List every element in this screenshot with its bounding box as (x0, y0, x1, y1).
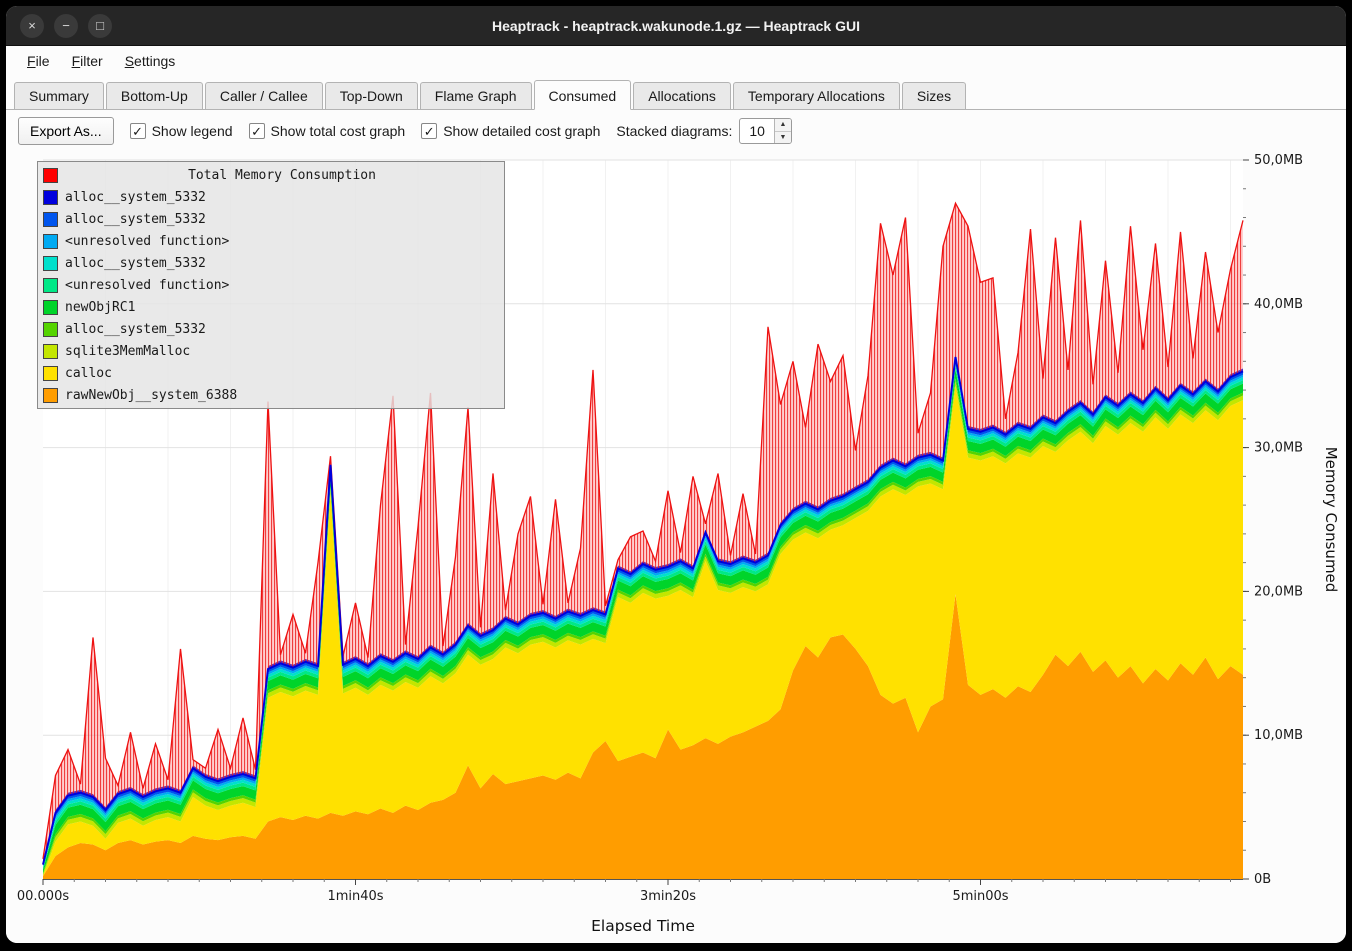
legend-label: alloc__system_5332 (65, 190, 206, 205)
heaptrack-window: × − □ Heaptrack - heaptrack.wakunode.1.g… (6, 6, 1346, 943)
show-legend-label: Show legend (152, 123, 233, 139)
titlebar: × − □ Heaptrack - heaptrack.wakunode.1.g… (6, 6, 1346, 46)
legend-label: sqlite3MemMalloc (65, 344, 190, 359)
show-total-cost-checkbox[interactable]: ✓ Show total cost graph (249, 123, 406, 139)
legend-entry: <unresolved function> (43, 274, 499, 296)
legend-label: <unresolved function> (65, 234, 229, 249)
legend-title: Total Memory Consumption (65, 168, 499, 183)
legend-swatch (43, 190, 58, 205)
legend-swatch (43, 168, 58, 183)
legend-swatch (43, 278, 58, 293)
spin-up-button[interactable]: ▲ (775, 119, 791, 132)
show-legend-checkbox[interactable]: ✓ Show legend (130, 123, 233, 139)
y-tick-label: 50,0MB (1254, 153, 1303, 168)
minimize-icon: − (62, 19, 70, 32)
x-tick-label: 3min20s (640, 889, 696, 904)
tab-allocations[interactable]: Allocations (633, 82, 731, 109)
x-axis-title: Elapsed Time (591, 917, 695, 935)
legend-swatch (43, 366, 58, 381)
legend-swatch (43, 256, 58, 271)
tab-top-down[interactable]: Top-Down (325, 82, 418, 109)
stacked-diagrams-value[interactable]: 10 (740, 119, 774, 143)
legend-entry: <unresolved function> (43, 230, 499, 252)
legend-swatch (43, 388, 58, 403)
show-detailed-cost-label: Show detailed cost graph (443, 123, 600, 139)
legend-label: calloc (65, 366, 112, 381)
show-detailed-cost-checkbox[interactable]: ✓ Show detailed cost graph (421, 123, 600, 139)
x-tick-label: 1min40s (327, 889, 383, 904)
legend-entry: newObjRC1 (43, 296, 499, 318)
close-button[interactable]: × (20, 14, 44, 38)
legend-entry: rawNewObj__system_6388 (43, 384, 499, 406)
legend-label: <unresolved function> (65, 278, 229, 293)
legend-entry: Total Memory Consumption (43, 164, 499, 186)
tab-caller-callee[interactable]: Caller / Callee (205, 82, 323, 109)
x-tick-label: 00.000s (17, 889, 69, 904)
window-title: Heaptrack - heaptrack.wakunode.1.gz — He… (492, 18, 860, 34)
spin-down-button[interactable]: ▼ (775, 132, 791, 144)
checkbox-checked-icon: ✓ (421, 123, 437, 139)
maximize-button[interactable]: □ (88, 14, 112, 38)
legend-swatch (43, 344, 58, 359)
stacked-diagrams-spinbox[interactable]: 10 ▲ ▼ (739, 118, 792, 144)
checkbox-checked-icon: ✓ (249, 123, 265, 139)
legend-swatch (43, 212, 58, 227)
window-controls: × − □ (20, 6, 112, 45)
legend-entry: alloc__system_5332 (43, 318, 499, 340)
legend-entry: calloc (43, 362, 499, 384)
tabbar: Summary Bottom-Up Caller / Callee Top-Do… (6, 76, 1346, 110)
show-total-cost-label: Show total cost graph (271, 123, 406, 139)
y-tick-label: 10,0MB (1254, 728, 1303, 743)
tab-sizes[interactable]: Sizes (902, 82, 966, 109)
y-axis-title: Memory Consumed (1322, 447, 1339, 593)
stacked-diagrams-control: Stacked diagrams: 10 ▲ ▼ (616, 118, 792, 144)
toolbar: Export As... ✓ Show legend ✓ Show total … (6, 110, 1346, 152)
legend-label: alloc__system_5332 (65, 212, 206, 227)
menubar: File Filter Settings (6, 46, 1346, 76)
legend-label: alloc__system_5332 (65, 322, 206, 337)
legend-label: alloc__system_5332 (65, 256, 206, 271)
x-tick-label: 5min00s (952, 889, 1008, 904)
minimize-button[interactable]: − (54, 14, 78, 38)
legend-label: newObjRC1 (65, 300, 135, 315)
y-tick-label: 0B (1254, 872, 1271, 887)
legend-label: rawNewObj__system_6388 (65, 388, 237, 403)
y-tick-label: 30,0MB (1254, 441, 1303, 456)
menu-settings[interactable]: Settings (116, 50, 185, 72)
stacked-diagrams-label: Stacked diagrams: (616, 123, 732, 139)
y-tick-label: 40,0MB (1254, 297, 1303, 312)
legend-swatch (43, 322, 58, 337)
legend-entry: alloc__system_5332 (43, 186, 499, 208)
close-icon: × (28, 19, 36, 32)
menu-file[interactable]: File (18, 50, 59, 72)
chart-area: Total Memory Consumption alloc__system_53… (6, 152, 1346, 943)
maximize-icon: □ (96, 19, 104, 32)
legend-swatch (43, 234, 58, 249)
tab-bottom-up[interactable]: Bottom-Up (106, 82, 203, 109)
tab-summary[interactable]: Summary (14, 82, 104, 109)
menu-filter[interactable]: Filter (63, 50, 112, 72)
legend-swatch (43, 300, 58, 315)
export-as-button[interactable]: Export As... (18, 117, 114, 145)
tab-consumed[interactable]: Consumed (534, 80, 632, 110)
y-tick-label: 20,0MB (1254, 584, 1303, 599)
chart-legend: Total Memory Consumption alloc__system_53… (37, 161, 505, 409)
legend-entry: alloc__system_5332 (43, 208, 499, 230)
spinbox-arrows: ▲ ▼ (774, 119, 791, 143)
tab-flame-graph[interactable]: Flame Graph (420, 82, 532, 109)
checkbox-checked-icon: ✓ (130, 123, 146, 139)
legend-entry: alloc__system_5332 (43, 252, 499, 274)
tab-temporary-allocations[interactable]: Temporary Allocations (733, 82, 900, 109)
legend-entry: sqlite3MemMalloc (43, 340, 499, 362)
